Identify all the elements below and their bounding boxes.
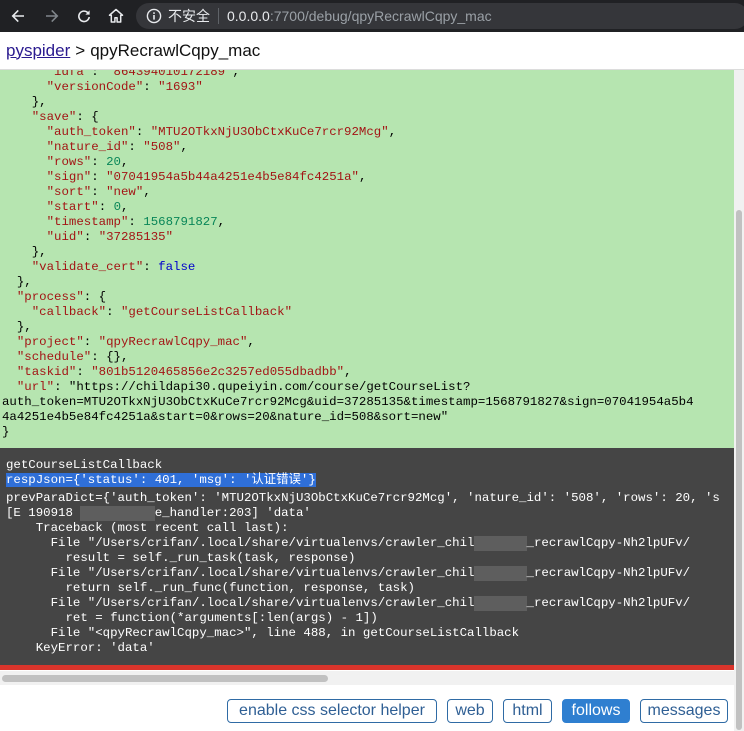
security-status: 不安全 xyxy=(168,9,210,25)
json-line: "timestamp": 1568791827, xyxy=(46,215,226,229)
log-line: KeyError: 'data' xyxy=(6,641,155,655)
json-line: }, xyxy=(2,95,47,109)
log-line: return self._run_func(function, response… xyxy=(6,581,415,595)
log-panel: getCourseListCallback respJson={'status'… xyxy=(0,448,734,668)
json-line: "process": { xyxy=(16,290,107,304)
trace-file: File "/Users/crifan/.local/share/virtual… xyxy=(6,596,475,610)
json-line: "url": "https://childapi30.qupeiyin.com/… xyxy=(16,380,471,394)
vertical-scrollbar[interactable] xyxy=(734,70,744,731)
log-line: File "<qpyRecrawlCqpy_mac>", line 488, i… xyxy=(6,626,520,640)
log-line: result = self._run_task(task, response) xyxy=(6,551,356,565)
json-line: "sort": "new", xyxy=(46,185,151,199)
page-title: qpyRecrawlCqpy_mac xyxy=(90,40,261,60)
json-line: 4a4251e4b5e84fc4251a&start=0&rows=20&nat… xyxy=(2,410,449,424)
address-divider xyxy=(218,8,219,24)
redacted-block xyxy=(80,506,155,521)
json-line: auth_token=MTU2OTkxNjU3ObCtxKuCe7rcr92Mc… xyxy=(2,395,694,409)
json-line: "sign": "07041954a5b44a4251e4b5e84fc4251… xyxy=(46,170,367,184)
breadcrumb-separator: > xyxy=(75,40,86,60)
json-line: "nature_id": "508", xyxy=(46,140,188,154)
horizontal-scrollbar[interactable] xyxy=(0,671,734,685)
html-tab-button[interactable]: html xyxy=(503,699,552,723)
json-line: }, xyxy=(2,320,32,334)
url-text[interactable]: 0.0.0.0:7700/debug/qpyRecrawlCqpy_mac xyxy=(227,8,492,24)
url-path: :7700/debug/qpyRecrawlCqpy_mac xyxy=(269,8,492,24)
trace-file-suffix: _recrawlCqpy-Nh2lpUFv/ xyxy=(526,536,691,550)
json-line: } xyxy=(2,425,10,439)
browser-toolbar: 不安全 0.0.0.0:7700/debug/qpyRecrawlCqpy_ma… xyxy=(0,0,744,32)
json-line: "start": 0, xyxy=(46,200,129,214)
redacted-block xyxy=(474,596,527,611)
json-line: "save": { xyxy=(31,110,99,124)
log-line: File "/Users/crifan/.local/share/virtual… xyxy=(6,596,690,611)
trace-file-suffix: _recrawlCqpy-Nh2lpUFv/ xyxy=(526,566,691,580)
css-selector-helper-button[interactable]: enable css selector helper xyxy=(227,699,437,723)
follows-tab-button[interactable]: follows xyxy=(562,699,630,723)
forward-arrow-icon[interactable] xyxy=(40,4,64,28)
reload-icon[interactable] xyxy=(72,4,96,28)
log-line: File "/Users/crifan/.local/share/virtual… xyxy=(6,566,690,581)
json-line: "schedule": {}, xyxy=(16,350,129,364)
web-tab-button[interactable]: web xyxy=(447,699,493,723)
info-circle-icon[interactable] xyxy=(146,8,162,24)
json-line: }, xyxy=(2,275,32,289)
redacted-block xyxy=(474,536,527,551)
vertical-scroll-thumb[interactable] xyxy=(736,210,742,730)
json-line: "versionCode": "1693" xyxy=(46,80,203,94)
json-line: "auth_token": "MTU2OTkxNjU3ObCtxKuCe7rcr… xyxy=(46,125,397,139)
trace-file-suffix: _recrawlCqpy-Nh2lpUFv/ xyxy=(526,596,691,610)
breadcrumb: pyspider > qpyRecrawlCqpy_mac xyxy=(0,32,744,70)
json-line: "idfa": "864394010172189", xyxy=(46,70,240,79)
pyspider-link[interactable]: pyspider xyxy=(6,41,70,61)
log-line: prevParaDict={'auth_token': 'MTU2OTkxNjU… xyxy=(6,491,720,505)
url-host: 0.0.0.0 xyxy=(227,8,270,24)
home-icon[interactable] xyxy=(104,4,128,28)
json-line: "project": "qpyRecrawlCqpy_mac", xyxy=(16,335,255,349)
log-error-prefix: [E 190918 xyxy=(6,506,81,520)
address-bar[interactable]: 不安全 0.0.0.0:7700/debug/qpyRecrawlCqpy_ma… xyxy=(136,3,744,29)
json-line: "validate_cert": false xyxy=(31,260,196,274)
error-indicator-bar xyxy=(0,665,734,670)
messages-tab-button[interactable]: messages xyxy=(640,699,728,723)
json-line: }, xyxy=(2,245,47,259)
task-json: "idfa": "864394010172189", "versionCode"… xyxy=(2,70,694,440)
back-arrow-icon[interactable] xyxy=(6,4,30,28)
json-line: "taskid": "801b5120465856e2c3257ed055dba… xyxy=(16,365,352,379)
log-line: respJson={'status': 401, 'msg': '认证错误'} xyxy=(6,473,316,488)
log-line: getCourseListCallback xyxy=(6,458,163,472)
json-line: "rows": 20, xyxy=(46,155,129,169)
selected-text: respJson={'status': 401, 'msg': '认证错误'} xyxy=(6,473,316,487)
task-json-panel: "idfa": "864394010172189", "versionCode"… xyxy=(0,70,734,448)
log-line: Traceback (most recent call last): xyxy=(6,521,289,535)
log-line: File "/Users/crifan/.local/share/virtual… xyxy=(6,536,690,551)
log-line: [E 190918 e_handler:203] 'data' xyxy=(6,506,311,521)
horizontal-scroll-thumb[interactable] xyxy=(2,675,328,682)
log-error-suffix: e_handler:203] 'data' xyxy=(154,506,311,520)
json-line: "callback": "getCourseListCallback" xyxy=(31,305,293,319)
trace-file: File "/Users/crifan/.local/share/virtual… xyxy=(6,566,475,580)
json-line: "uid": "37285135" xyxy=(46,230,174,244)
redacted-block xyxy=(474,566,527,581)
log-line: ret = function(*arguments[:len(args) - 1… xyxy=(6,611,378,625)
trace-file: File "/Users/crifan/.local/share/virtual… xyxy=(6,536,475,550)
